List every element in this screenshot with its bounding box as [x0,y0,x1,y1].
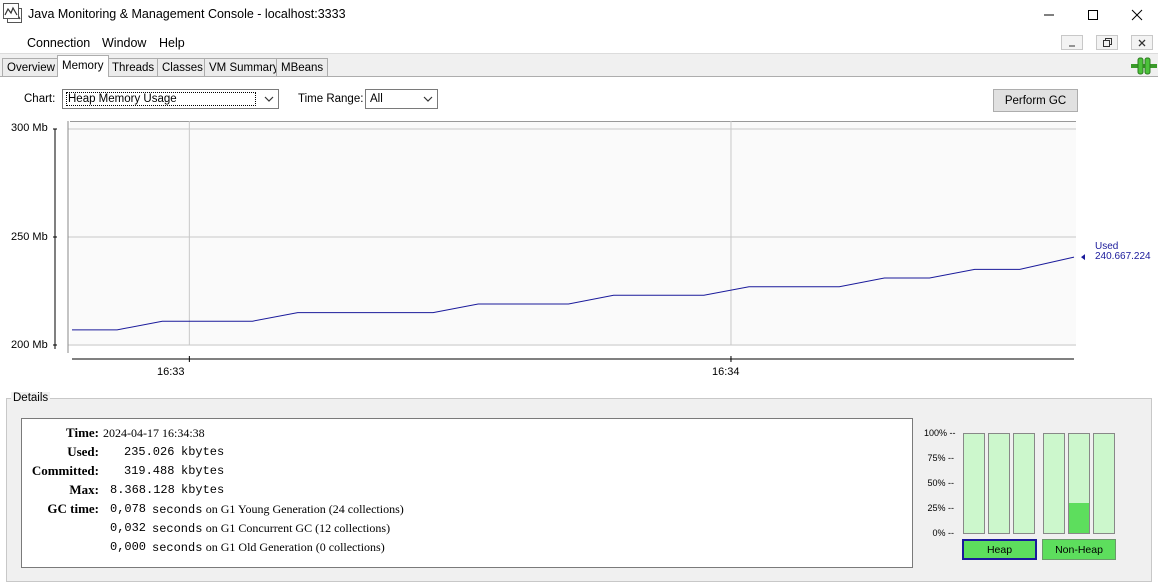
gc-young-seconds: 0,078 [110,502,147,516]
gc-concurrent-text: seconds on G1 Concurrent GC (12 collecti… [152,521,390,536]
committed-unit: kbytes [181,464,225,478]
gc-seconds-word: seconds [152,503,203,517]
percent-label: 100% -- [924,428,956,438]
gc-concurrent-detail: on G1 Concurrent GC (12 collections) [205,521,391,535]
heap-button[interactable]: Heap [962,539,1037,560]
nonheap-button[interactable]: Non-Heap [1042,539,1116,560]
max-label: Max: [69,482,99,497]
y-tick-label: 250 Mb [11,231,48,243]
gc-old-detail: on G1 Old Generation (0 collections) [205,540,385,554]
y-tick-label: 200 Mb [11,339,48,351]
time-label: Time: [66,425,99,440]
gc-old-text: seconds on G1 Old Generation (0 collecti… [152,540,385,555]
gc-seconds-word: seconds [152,541,203,555]
heap-pool-bar[interactable] [988,433,1010,534]
used-series-line [72,256,1075,331]
details-title: Details [11,392,51,404]
gc-concurrent-seconds: 0,032 [110,521,147,535]
gc-old-seconds: 0,000 [110,540,147,554]
percent-label: 0% -- [932,528,954,538]
nonheap-pool-bar[interactable] [1068,433,1090,534]
gc-young-detail: on G1 Young Generation (24 collections) [205,502,404,516]
used-unit: kbytes [181,445,225,459]
chart-axes [53,121,1074,362]
series-current-value: 240.667.224 [1095,251,1151,262]
chart-grid [68,121,1076,346]
used-label: Used: [67,444,99,459]
time-value: 2024-04-17 16:34:38 [103,426,205,440]
heap-memory-chart [53,121,1085,362]
percent-label: 75% -- [927,453,954,463]
gc-young-text: seconds on G1 Young Generation (24 colle… [152,502,404,517]
used-value: 235.026 [124,445,175,459]
used-series-label: Used 240.667.224 [1095,242,1151,262]
chart-series [72,254,1085,331]
percent-label: 50% -- [927,478,954,488]
committed-value: 319.488 [124,464,175,478]
committed-label: Committed: [31,463,99,478]
gc-seconds-word: seconds [152,522,203,536]
heap-pool-bar[interactable] [1013,433,1035,534]
y-tick-label: 300 Mb [11,122,48,134]
nonheap-pool-bar[interactable] [1093,433,1115,534]
max-unit: kbytes [181,483,225,497]
x-tick-label: 16:34 [712,366,740,378]
current-value-marker [1081,254,1085,261]
percent-label: 25% -- [927,503,954,513]
max-value: 8.368.128 [110,483,175,497]
x-tick-label: 16:33 [157,366,185,378]
gc-time-label: GC time: [47,501,99,516]
pool-bar-fill [1069,503,1089,533]
heap-pool-bar[interactable] [963,433,985,534]
tab-memory[interactable]: Memory [57,55,109,77]
nonheap-pool-bar[interactable] [1043,433,1065,534]
